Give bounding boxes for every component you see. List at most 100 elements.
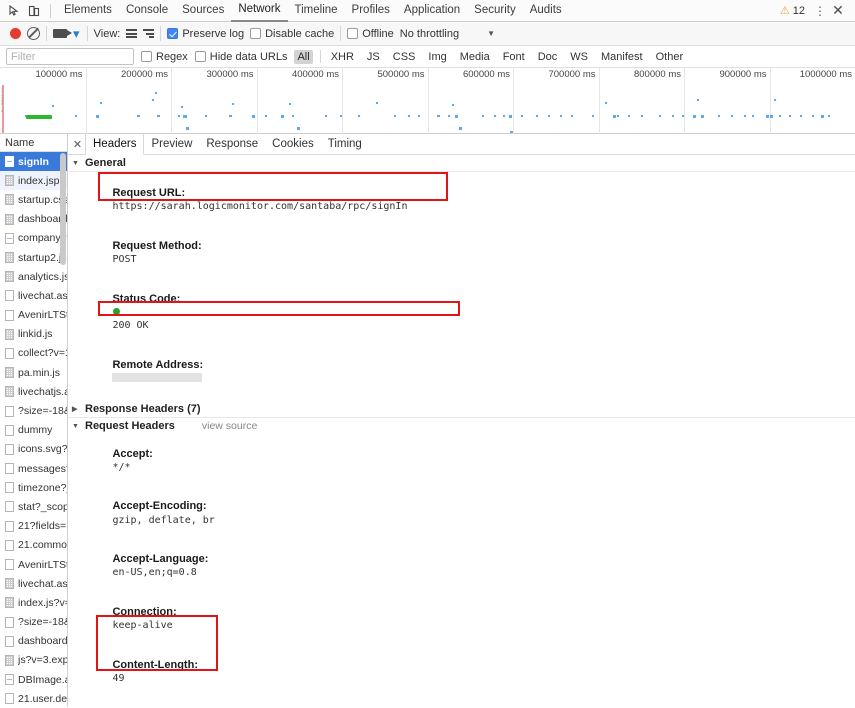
request-row[interactable]: livechat.ash — [0, 574, 67, 593]
tab-sources[interactable]: Sources — [175, 0, 231, 21]
timeline-request-dot — [718, 115, 720, 117]
request-row[interactable]: startup2.js? — [0, 248, 67, 267]
section-response-headers[interactable]: ▶ Response Headers (7) — [68, 401, 855, 419]
request-row-name: 21?fields=L — [18, 520, 67, 533]
request-row-name: livechat.ash — [18, 577, 67, 590]
kebab-menu-icon[interactable]: ⋮ — [813, 4, 827, 18]
filter-funnel-icon[interactable]: ▾ — [73, 27, 81, 40]
type-filter-img[interactable]: Img — [425, 50, 449, 64]
request-list-scrollbar[interactable] — [60, 153, 66, 265]
section-response-headers-title: Response Headers (7) — [85, 403, 201, 416]
clear-button-icon[interactable] — [27, 27, 40, 40]
plain-icon — [5, 463, 14, 475]
network-overview-timeline[interactable]: 100000 ms 200000 ms 300000 ms 400000 ms 5000… — [0, 68, 855, 134]
tab-application[interactable]: Application — [397, 0, 467, 21]
preserve-log-checkbox[interactable]: Preserve log — [167, 28, 244, 40]
request-row[interactable]: dashboards — [0, 632, 67, 651]
request-row[interactable]: dashboard. — [0, 210, 67, 229]
request-row[interactable]: index.jsp — [0, 171, 67, 191]
header-value: gzip, deflate, br — [112, 514, 215, 526]
request-row-selected[interactable]: signIn — [0, 152, 67, 172]
type-filter-all[interactable]: All — [294, 49, 313, 64]
tab-preview[interactable]: Preview — [144, 134, 199, 154]
request-row[interactable]: timezone?_ — [0, 478, 67, 497]
request-row[interactable]: DBImage.a. — [0, 670, 67, 689]
timeline-request-dot — [183, 115, 187, 118]
details-tabbar: ✕ Headers Preview Response Cookies Timin… — [68, 134, 855, 155]
tab-elements[interactable]: Elements — [57, 0, 119, 21]
request-list[interactable]: Name signIn index.jsp startup.css. dashboar… — [0, 134, 68, 707]
tab-cookies[interactable]: Cookies — [265, 134, 321, 154]
timeline-request-dot — [617, 115, 619, 117]
request-row[interactable]: 21.common — [0, 536, 67, 555]
request-row[interactable]: dummy — [0, 421, 67, 440]
request-row[interactable]: stat?_scope — [0, 497, 67, 516]
request-row[interactable]: collect?v=1 — [0, 344, 67, 363]
request-row-name: index.js?v= — [18, 596, 67, 609]
toolbar-divider — [160, 26, 162, 41]
tab-headers[interactable]: Headers — [85, 134, 145, 155]
request-row[interactable]: analytics.js — [0, 267, 67, 286]
type-filter-css[interactable]: CSS — [390, 50, 419, 64]
request-row[interactable]: ?size=-18&_ — [0, 401, 67, 420]
waterfall-view-icon[interactable] — [143, 29, 155, 38]
camera-icon[interactable] — [53, 29, 72, 38]
type-filter-js[interactable]: JS — [364, 50, 383, 64]
type-filter-doc[interactable]: Doc — [535, 50, 561, 64]
tab-profiles[interactable]: Profiles — [345, 0, 397, 21]
type-filter-xhr[interactable]: XHR — [328, 50, 357, 64]
timeline-request-dot — [731, 115, 733, 117]
timeline-request-dot — [265, 115, 267, 117]
type-filter-other[interactable]: Other — [653, 50, 687, 64]
type-filter-media[interactable]: Media — [457, 50, 493, 64]
tab-audits[interactable]: Audits — [523, 0, 569, 21]
tab-console[interactable]: Console — [119, 0, 175, 21]
request-row[interactable]: index.js?v= — [0, 593, 67, 612]
request-row[interactable]: AvenirLTStd — [0, 555, 67, 574]
type-filter-font[interactable]: Font — [500, 50, 528, 64]
device-toolbar-icon[interactable] — [24, 2, 44, 20]
tab-network[interactable]: Network — [231, 0, 288, 22]
request-row[interactable]: 21.user.def. — [0, 689, 67, 707]
throttling-select[interactable]: No throttling ▼ — [400, 28, 495, 40]
timeline-request-dot — [682, 115, 684, 117]
regex-checkbox[interactable]: Regex — [141, 51, 188, 63]
type-filter-ws[interactable]: WS — [567, 50, 591, 64]
warning-counter[interactable]: ⚠ 12 — [780, 4, 811, 18]
request-row[interactable]: company?t — [0, 229, 67, 248]
request-row[interactable]: 21?fields=L — [0, 517, 67, 536]
timeline-request-dot — [437, 115, 440, 117]
record-button-icon[interactable] — [10, 28, 21, 39]
request-row[interactable]: livechatjs.a. — [0, 382, 67, 401]
close-icon[interactable]: ✕ — [829, 2, 847, 19]
request-row[interactable]: livechat.ash — [0, 286, 67, 305]
section-general[interactable]: ▼ General — [68, 155, 855, 172]
offline-checkbox[interactable]: Offline — [347, 28, 394, 40]
request-row[interactable]: js?v=3.exp. — [0, 651, 67, 670]
request-row[interactable]: linkid.js — [0, 325, 67, 344]
inspect-element-icon[interactable] — [4, 2, 24, 20]
request-row[interactable]: icons.svg?v — [0, 440, 67, 459]
request-row[interactable]: AvenirLTStd — [0, 306, 67, 325]
request-row[interactable]: messages? — [0, 459, 67, 478]
list-view-icon[interactable] — [126, 29, 138, 38]
view-source-link[interactable]: view source — [202, 420, 257, 432]
tab-response[interactable]: Response — [199, 134, 265, 154]
request-list-header[interactable]: Name — [0, 134, 67, 152]
request-row[interactable]: ?size=-18&_ — [0, 613, 67, 632]
request-row[interactable]: startup.css. — [0, 190, 67, 209]
tab-timing[interactable]: Timing — [321, 134, 369, 154]
tab-timeline[interactable]: Timeline — [288, 0, 345, 21]
general-remote-address: Remote Address: — [68, 346, 855, 399]
request-row[interactable]: pa.min.js — [0, 363, 67, 382]
type-filter-manifest[interactable]: Manifest — [598, 50, 646, 64]
disable-cache-checkbox[interactable]: Disable cache — [250, 28, 334, 40]
details-close-icon[interactable]: ✕ — [70, 138, 85, 151]
tabbar-right-group: ⚠ 12 ⋮ ✕ — [780, 2, 851, 19]
filter-input[interactable] — [6, 48, 134, 65]
section-request-headers[interactable]: ▼ Request Headers view source — [68, 418, 855, 434]
plain-icon — [5, 693, 14, 705]
request-row-name: analytics.js — [18, 270, 67, 283]
tab-security[interactable]: Security — [467, 0, 523, 21]
hide-data-urls-checkbox[interactable]: Hide data URLs — [194, 51, 287, 63]
